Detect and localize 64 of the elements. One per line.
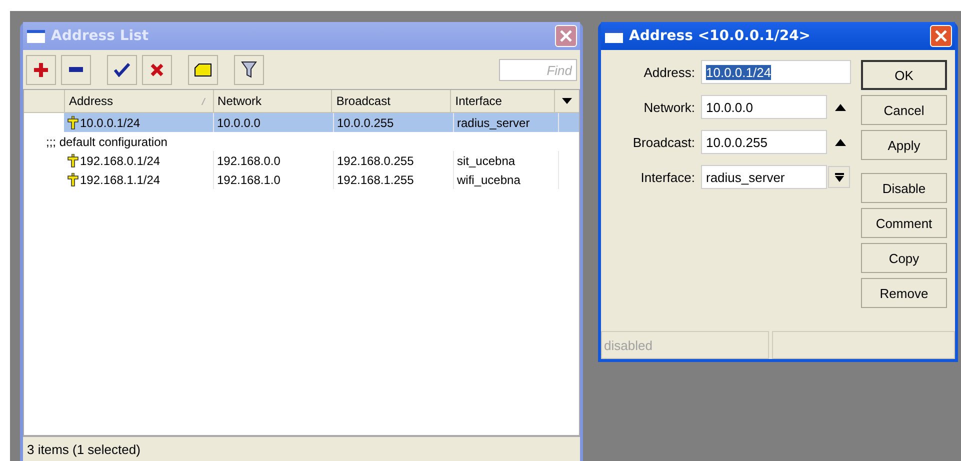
window-title: Address List <box>51 28 150 44</box>
plus-icon <box>33 62 49 78</box>
find-field[interactable]: Find <box>499 59 577 81</box>
caret-icon <box>562 98 572 104</box>
input-field[interactable]: 10.0.0.255 <box>701 130 827 154</box>
field-label: Broadcast: <box>632 134 696 150</box>
column-header[interactable]: Address <box>65 90 214 112</box>
comment-text: ;;; default configuration <box>46 134 168 148</box>
dialog-button[interactable]: Disable <box>861 173 947 203</box>
table-row[interactable]: 192.168.1.1/24 192.168.1.0 192.168.1.255 wifi_ucebna <box>24 170 579 189</box>
table-cell: 10.0.0.255 <box>337 116 394 130</box>
input-field[interactable]: 10.0.0.0 <box>701 95 827 119</box>
up-triangle-icon <box>834 104 846 110</box>
dialog-button[interactable]: Apply <box>861 130 947 160</box>
enable-button[interactable] <box>107 55 137 85</box>
table-cell: 10.0.0.1/24 <box>80 116 140 130</box>
dropdown-icon <box>834 172 844 182</box>
add-button[interactable] <box>26 55 56 85</box>
address-icon <box>67 172 79 186</box>
close-icon <box>559 29 573 43</box>
window-icon <box>27 30 45 42</box>
dialog-button[interactable]: Comment <box>861 208 947 238</box>
table-cell: wifi_ucebna <box>457 172 520 186</box>
table-row[interactable]: 192.168.0.1/24 192.168.0.0 192.168.0.255 sit_ucebna <box>24 151 579 170</box>
table-cell: 192.168.1.255 <box>337 172 414 186</box>
status-text: disabled <box>604 338 652 352</box>
table-cell: 192.168.1.0 <box>217 172 280 186</box>
up-triangle-icon <box>834 138 846 146</box>
minus-icon <box>68 67 84 73</box>
window-icon <box>605 30 623 42</box>
table-cell: sit_ucebna <box>457 154 516 168</box>
note-icon <box>194 63 212 77</box>
cross-icon <box>150 63 164 77</box>
close-button[interactable] <box>930 25 952 47</box>
table-cell: 192.168.0.255 <box>337 154 414 168</box>
address-icon <box>67 154 79 168</box>
field-label: Address: <box>642 64 696 80</box>
column-header[interactable]: Network <box>214 90 332 112</box>
table-cell: radius_server <box>457 116 530 130</box>
field-label: Interface: <box>640 170 696 184</box>
status-text: 3 items (1 selected) <box>27 442 140 456</box>
dropdown-button[interactable] <box>828 166 850 188</box>
close-icon <box>934 29 948 43</box>
table-row[interactable]: 10.0.0.1/24 10.0.0.0 10.0.0.255 radius_server <box>24 113 579 132</box>
window-title: Address <10.0.0.1/24> <box>629 28 812 44</box>
filter-icon <box>241 61 257 79</box>
table-cell: 192.168.0.0 <box>217 154 280 168</box>
checkmark-icon <box>114 63 130 77</box>
dialog-button[interactable]: Copy <box>861 243 947 273</box>
address-icon <box>67 116 79 130</box>
column-header[interactable]: Broadcast <box>332 90 452 112</box>
filter-button[interactable] <box>234 55 264 85</box>
table-cell: 192.168.1.1/24 <box>80 172 160 186</box>
table-cell: 192.168.0.1/24 <box>80 154 160 168</box>
dialog-button[interactable]: Cancel <box>861 95 947 125</box>
input-field[interactable]: 10.0.0.1/24 <box>701 60 851 84</box>
field-label: Network: <box>642 100 696 114</box>
comment-button[interactable] <box>188 55 218 85</box>
remove-button[interactable] <box>61 55 91 85</box>
dialog-button[interactable]: OK <box>861 60 947 90</box>
disable-button[interactable] <box>142 55 172 85</box>
dialog-button[interactable]: Remove <box>861 278 947 308</box>
table-cell: 10.0.0.0 <box>217 116 260 130</box>
input-field[interactable]: radius_server <box>701 165 827 189</box>
